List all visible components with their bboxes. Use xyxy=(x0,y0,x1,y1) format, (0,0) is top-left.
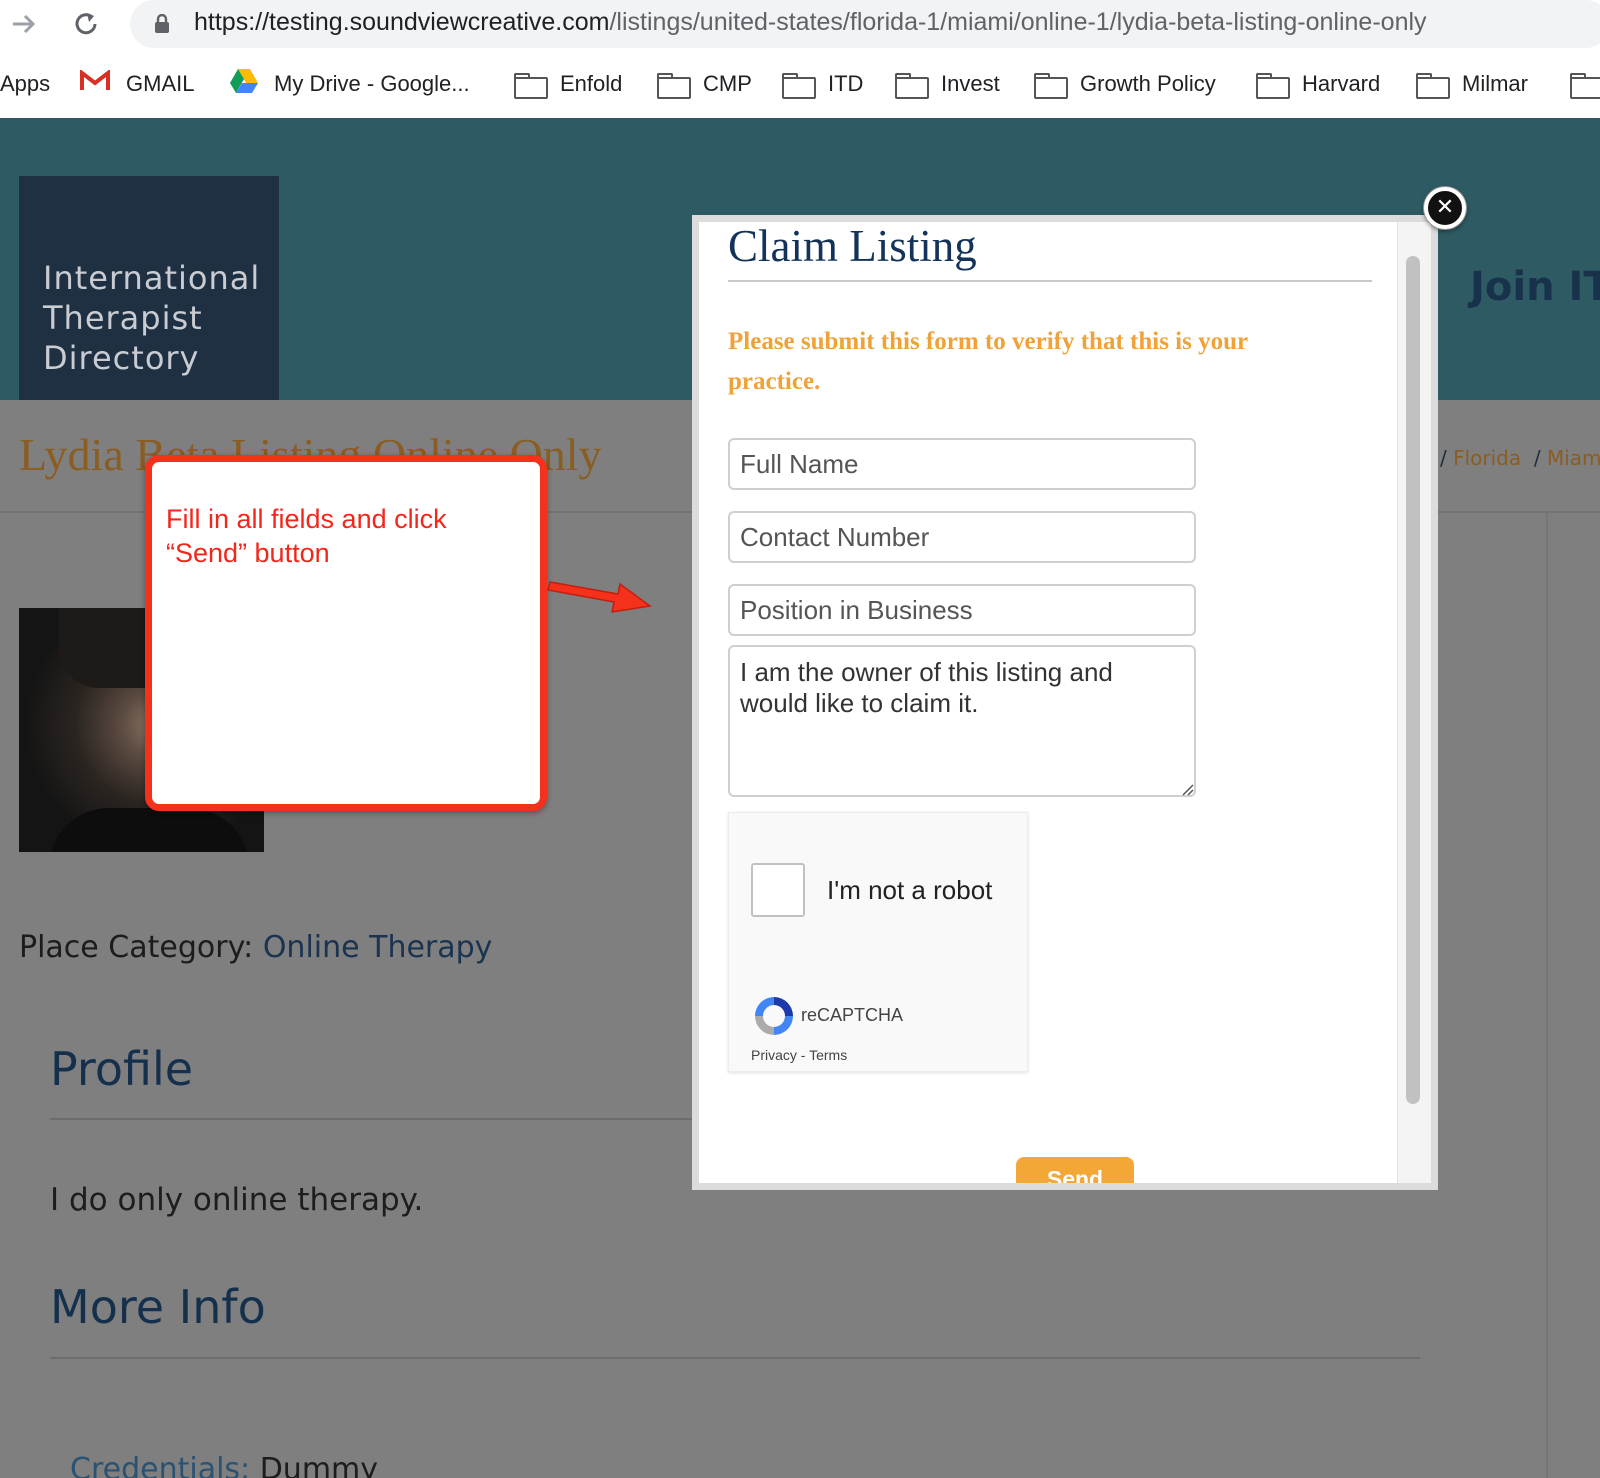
logo-line: Directory xyxy=(43,339,200,377)
bookmark-itd[interactable]: ITD xyxy=(782,68,863,100)
logo-line: Therapist xyxy=(43,299,203,337)
bookmark-more[interactable] xyxy=(1570,68,1600,100)
reload-icon[interactable] xyxy=(66,4,106,44)
join-itd-link[interactable]: Join ITD xyxy=(1470,264,1600,310)
breadcrumb: / Florida / Miami xyxy=(1440,446,1600,470)
bookmark-growth-policy[interactable]: Growth Policy xyxy=(1034,68,1216,100)
scrollbar-thumb[interactable] xyxy=(1406,256,1420,1104)
position-field[interactable] xyxy=(728,584,1196,636)
folder-icon xyxy=(657,73,691,99)
bookmark-enfold[interactable]: Enfold xyxy=(514,68,622,100)
folder-icon xyxy=(1256,73,1290,99)
folder-icon xyxy=(1570,73,1600,99)
lock-icon xyxy=(154,13,170,39)
claim-listing-modal: Claim Listing Please submit this form to… xyxy=(692,215,1438,1190)
bookmark-harvard[interactable]: Harvard xyxy=(1256,68,1380,100)
bookmark-invest[interactable]: Invest xyxy=(895,68,1000,100)
place-category: Place Category: Online Therapy xyxy=(19,930,493,965)
more-info-heading: More Info xyxy=(50,1280,266,1334)
divider xyxy=(1546,512,1548,1478)
folder-icon xyxy=(895,73,929,99)
logo-line: International xyxy=(43,259,261,297)
folder-icon xyxy=(782,73,816,99)
breadcrumb-miami[interactable]: Miami xyxy=(1547,446,1600,470)
modal-scrollbar[interactable] xyxy=(1397,222,1431,1183)
breadcrumb-florida[interactable]: Florida xyxy=(1453,446,1521,470)
folder-icon xyxy=(1416,73,1450,99)
profile-heading: Profile xyxy=(50,1042,194,1096)
gmail-icon xyxy=(80,68,110,98)
address-bar[interactable]: https://testing.soundviewcreative.com/li… xyxy=(130,0,1600,48)
annotation-callout: Fill in all fields and click “Send” butt… xyxy=(145,455,547,811)
modal-title: Claim Listing xyxy=(728,221,977,271)
contact-number-field[interactable] xyxy=(728,511,1196,563)
recaptcha-widget: I'm not a robot reCAPTCHA Privacy - Term… xyxy=(728,812,1028,1072)
captcha-label: I'm not a robot xyxy=(827,875,993,905)
full-name-field[interactable] xyxy=(728,438,1196,490)
credentials-row: Credentials: Dummy xyxy=(70,1452,379,1478)
browser-chrome: https://testing.soundviewcreative.com/li… xyxy=(0,0,1600,118)
close-icon[interactable]: ✕ xyxy=(1424,187,1466,229)
site-logo[interactable]: International Therapist Directory xyxy=(19,176,279,400)
recaptcha-brand: reCAPTCHA xyxy=(801,1005,904,1025)
forward-icon[interactable] xyxy=(4,4,44,44)
resize-grip-icon[interactable] xyxy=(1180,782,1194,796)
bookmark-cmp[interactable]: CMP xyxy=(657,68,752,100)
arrow-icon xyxy=(547,581,652,613)
bookmark-gmail[interactable]: GMAIL xyxy=(80,68,194,100)
divider xyxy=(50,1118,700,1120)
bookmark-milmar[interactable]: Milmar xyxy=(1416,68,1528,100)
bookmark-apps[interactable]: Apps xyxy=(0,68,50,100)
bookmarks-bar: Apps GMAIL My Drive - Google... Enfold C… xyxy=(0,62,1600,106)
captcha-checkbox[interactable] xyxy=(751,863,805,917)
callout-text: Fill in all fields and click “Send” butt… xyxy=(166,504,447,568)
folder-icon xyxy=(514,73,548,99)
send-button[interactable]: Send xyxy=(1016,1157,1134,1183)
url-text: https://testing.soundviewcreative.com/li… xyxy=(194,8,1427,36)
profile-text: I do only online therapy. xyxy=(50,1182,424,1218)
recaptcha-logo-icon xyxy=(755,997,793,1035)
divider xyxy=(50,1357,1420,1359)
place-category-link[interactable]: Online Therapy xyxy=(263,930,493,965)
bookmark-my-drive[interactable]: My Drive - Google... xyxy=(228,68,470,100)
modal-intro-text: Please submit this form to verify that t… xyxy=(728,328,1248,395)
folder-icon xyxy=(1034,73,1068,99)
google-drive-icon xyxy=(228,67,260,101)
captcha-privacy-terms[interactable]: Privacy - Terms xyxy=(751,1047,847,1063)
divider xyxy=(728,280,1372,282)
message-textarea[interactable]: I am the owner of this listing and would… xyxy=(728,645,1196,797)
